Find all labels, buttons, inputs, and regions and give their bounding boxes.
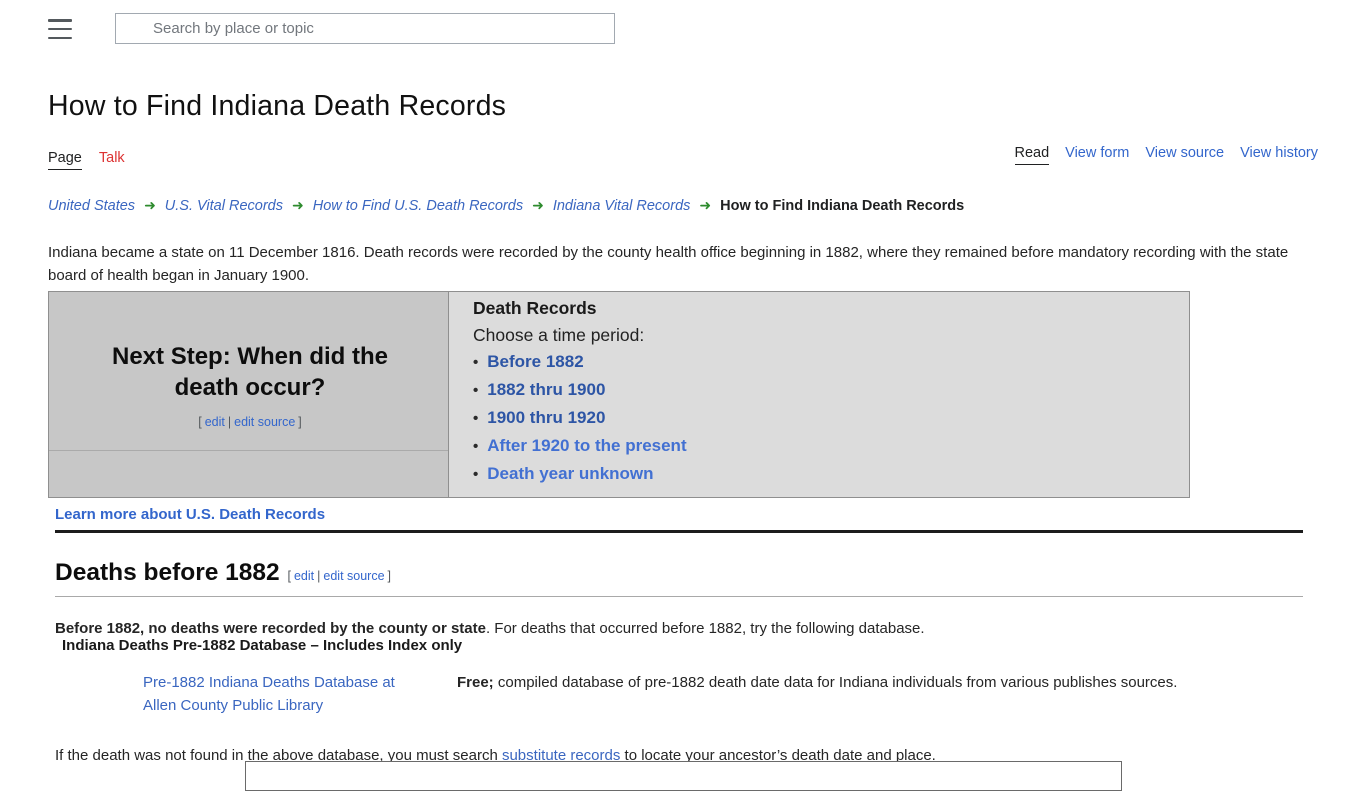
- option-after-1920[interactable]: After 1920 to the present: [487, 436, 686, 455]
- next-step-heading: Next Step: When did the death occur? [ ed…: [49, 339, 448, 451]
- arrow-right-icon: ➜: [144, 197, 156, 213]
- panel-title: Death Records: [473, 298, 1179, 318]
- arrow-right-icon: ➜: [292, 197, 304, 213]
- edit-link[interactable]: edit: [294, 569, 314, 583]
- option-1900-thru-1920[interactable]: 1900 thru 1920: [487, 408, 605, 427]
- description-text: compiled database of pre-1882 death date…: [494, 674, 1178, 691]
- tab-page[interactable]: Page: [48, 150, 82, 170]
- menu-bar: [48, 37, 72, 40]
- database-row: Pre-1882 Indiana Deaths Database at Alle…: [143, 671, 1273, 717]
- database-description: Free; compiled database of pre-1882 deat…: [457, 671, 1273, 694]
- edit-link[interactable]: edit: [205, 415, 225, 429]
- tab-view-source[interactable]: View source: [1145, 145, 1224, 165]
- breadcrumb: United States ➜ U.S. Vital Records ➜ How to …: [48, 197, 964, 214]
- option-before-1882[interactable]: Before 1882: [487, 352, 583, 371]
- edit-bracket: [: [198, 415, 201, 429]
- next-step-heading-cell: Next Step: When did the death occur? [ ed…: [49, 292, 449, 498]
- edit-section: [edit|edit source]: [287, 569, 393, 583]
- arrow-right-icon: ➜: [699, 197, 711, 213]
- lead-rest-text: . For deaths that occurred before 1882, …: [486, 620, 925, 637]
- breadcrumb-link[interactable]: U.S. Vital Records: [165, 198, 283, 214]
- panel-subtitle: Choose a time period:: [473, 325, 1179, 345]
- section-heading-text: Deaths before 1882: [55, 559, 280, 586]
- edit-section: [ edit|edit source]: [197, 415, 303, 429]
- truncated-table-box: [245, 761, 1122, 791]
- edit-source-link[interactable]: edit source: [234, 415, 295, 429]
- option-1882-thru-1900[interactable]: 1882 thru 1900: [487, 380, 605, 399]
- edit-bracket: [: [288, 569, 291, 583]
- database-link[interactable]: Pre-1882 Indiana Deaths Database at Alle…: [143, 671, 415, 717]
- section-heading: Deaths before 1882 [edit|edit source]: [55, 559, 1303, 597]
- list-item: 1882 thru 1900: [473, 380, 1179, 401]
- page-title: How to Find Indiana Death Records: [48, 90, 506, 123]
- list-item: After 1920 to the present: [473, 436, 1179, 457]
- breadcrumb-link[interactable]: How to Find U.S. Death Records: [313, 198, 523, 214]
- edit-bracket: ]: [388, 569, 391, 583]
- breadcrumb-current: How to Find Indiana Death Records: [720, 198, 964, 214]
- breadcrumb-link[interactable]: United States: [48, 198, 135, 214]
- view-tabs: Read View form View source View history: [1015, 145, 1319, 165]
- list-item: 1900 thru 1920: [473, 408, 1179, 429]
- edit-divider: |: [228, 415, 231, 429]
- option-year-unknown[interactable]: Death year unknown: [487, 464, 653, 483]
- learn-more-link[interactable]: Learn more about U.S. Death Records: [55, 506, 325, 523]
- list-item: Death year unknown: [473, 464, 1179, 485]
- divider-rule: [55, 530, 1303, 533]
- tab-read[interactable]: Read: [1015, 145, 1050, 165]
- time-period-list: Before 1882 1882 thru 1900 1900 thru 192…: [473, 352, 1179, 485]
- edit-bracket: ]: [298, 415, 301, 429]
- hamburger-menu-icon[interactable]: [48, 19, 72, 39]
- menu-bar: [48, 19, 72, 22]
- arrow-right-icon: ➜: [532, 197, 544, 213]
- tab-talk[interactable]: Talk: [99, 150, 125, 170]
- intro-paragraph: Indiana became a state on 11 December 18…: [48, 241, 1316, 287]
- list-item: Before 1882: [473, 352, 1179, 373]
- edit-source-link[interactable]: edit source: [323, 569, 384, 583]
- death-records-panel: Death Records Choose a time period: Befo…: [449, 292, 1190, 498]
- tab-view-history[interactable]: View history: [1240, 145, 1318, 165]
- next-step-table: Next Step: When did the death occur? [ ed…: [48, 291, 1190, 498]
- search-input[interactable]: [115, 13, 615, 44]
- next-step-heading-text: Next Step: When did the death occur?: [85, 341, 415, 403]
- namespace-tabs: Page Talk: [48, 150, 125, 170]
- tab-view-form[interactable]: View form: [1065, 145, 1129, 165]
- breadcrumb-link[interactable]: Indiana Vital Records: [553, 198, 691, 214]
- free-label: Free;: [457, 674, 494, 691]
- menu-bar: [48, 28, 72, 31]
- edit-divider: |: [317, 569, 320, 583]
- database-heading: Indiana Deaths Pre-1882 Database – Inclu…: [62, 637, 462, 654]
- lead-bold-text: Before 1882, no deaths were recorded by …: [55, 620, 486, 637]
